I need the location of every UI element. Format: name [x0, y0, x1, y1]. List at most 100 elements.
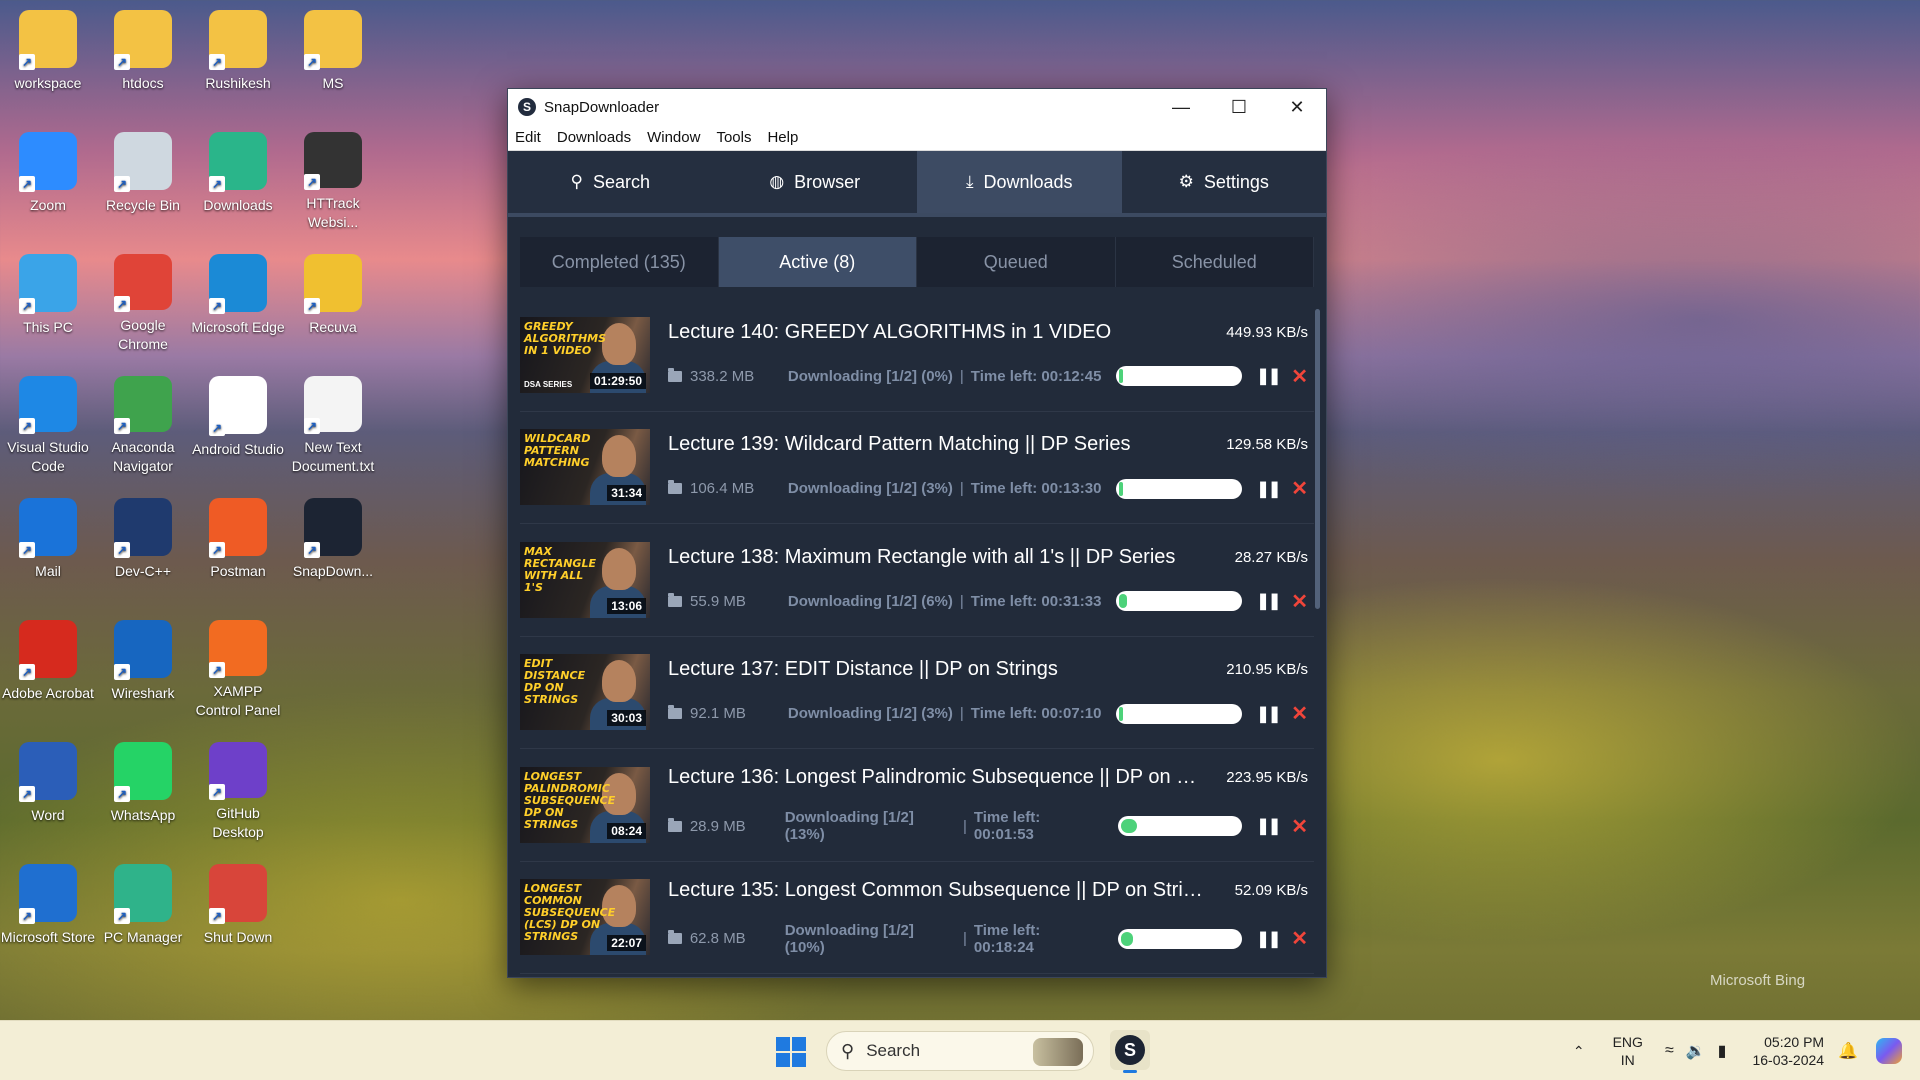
progress-bar — [1116, 366, 1243, 387]
desktop-icon-whatsapp[interactable]: ↗ WhatsApp — [95, 732, 191, 842]
desktop-icon-microsoft-store[interactable]: ↗ Microsoft Store — [0, 854, 96, 964]
menu-edit[interactable]: Edit — [508, 129, 549, 146]
show-hidden-icons-chevron-icon[interactable]: ⌃ — [1573, 1043, 1585, 1060]
cancel-icon[interactable]: ✕ — [1291, 926, 1308, 951]
folder-icon[interactable] — [668, 480, 682, 495]
download-row[interactable]: Longest Common Subsequence (LCS) DP on S… — [520, 862, 1314, 974]
desktop-icon-mail[interactable]: ↗ Mail — [0, 488, 96, 598]
desktop-icon-github-desktop[interactable]: ↗ GitHub Desktop — [190, 732, 286, 842]
snapdownloader-icon: S — [1115, 1035, 1145, 1065]
desktop-icon-label: Postman — [210, 563, 266, 579]
desktop-icon-this-pc[interactable]: ↗ This PC — [0, 244, 96, 354]
taskbar-search-placeholder: Search — [866, 1041, 921, 1060]
desktop-icon-pc-manager[interactable]: ↗ PC Manager — [95, 854, 191, 964]
pause-icon[interactable]: ❚❚ — [1256, 366, 1281, 386]
snapdownloader-app-icon: S — [518, 98, 536, 116]
start-button[interactable] — [776, 1037, 806, 1067]
tab-search[interactable]: ⚲ Search — [508, 151, 713, 213]
file-size: 28.9 MB — [689, 817, 746, 835]
menu-tools[interactable]: Tools — [708, 129, 759, 146]
folder-icon[interactable] — [668, 930, 682, 945]
folder-icon[interactable] — [668, 592, 682, 607]
pause-icon[interactable]: ❚❚ — [1256, 816, 1281, 836]
desktop-icon-label: Wireshark — [111, 685, 175, 701]
tab-settings[interactable]: ⚙ Settings — [1122, 151, 1327, 213]
cancel-icon[interactable]: ✕ — [1291, 701, 1308, 726]
minimize-button[interactable]: — — [1152, 89, 1210, 125]
desktop-icon-adobe-acrobat[interactable]: ↗ Adobe Acrobat — [0, 610, 96, 720]
whatsapp-icon: ↗ — [114, 742, 172, 802]
desktop-icon-ms[interactable]: ↗ MS — [285, 0, 381, 110]
folder-icon: ↗ — [304, 10, 362, 70]
cancel-icon[interactable]: ✕ — [1291, 476, 1308, 501]
desktop-icon-htdocs[interactable]: ↗ htdocs — [95, 0, 191, 110]
taskbar-snapdownloader[interactable]: S — [1110, 1030, 1150, 1073]
desktop-icon-httrack-websi[interactable]: ↗ HTTrack Websi... — [285, 122, 381, 232]
copilot-icon[interactable] — [1876, 1038, 1902, 1064]
download-row[interactable]: Wildcard Pattern Matching 31:34 Lecture 13… — [520, 412, 1314, 524]
tab-queued[interactable]: Queued — [917, 237, 1116, 287]
pause-icon[interactable]: ❚❚ — [1256, 704, 1281, 724]
folder-icon[interactable] — [668, 817, 682, 832]
pause-icon[interactable]: ❚❚ — [1256, 929, 1281, 949]
desktop-icon-microsoft-edge[interactable]: ↗ Microsoft Edge — [190, 244, 286, 354]
desktop-icon-rushikesh[interactable]: ↗ Rushikesh — [190, 0, 286, 110]
desktop-icon-zoom[interactable]: ↗ Zoom — [0, 122, 96, 232]
shortcut-arrow-icon: ↗ — [19, 418, 35, 434]
desktop-icon-workspace[interactable]: ↗ workspace — [0, 0, 96, 110]
menu-help[interactable]: Help — [759, 129, 806, 146]
desktop-icon-label: Recuva — [309, 319, 357, 335]
download-row[interactable]: Max Rectangle with all 1's 13:06 Lecture 1… — [520, 524, 1314, 637]
battery-icon[interactable]: ▮ — [1718, 1041, 1727, 1061]
desktop-icon-recycle-bin[interactable]: ↗ Recycle Bin — [95, 122, 191, 232]
download-title: Lecture 138: Maximum Rectangle with all … — [668, 545, 1176, 568]
download-row[interactable]: Greedy Algorithms in 1 Video DSA SERIES 01… — [520, 299, 1314, 412]
tab-downloads[interactable]: ⤓ Downloads — [917, 151, 1122, 213]
desktop-icon-visual-studio-code[interactable]: ↗ Visual Studio Code — [0, 366, 96, 476]
folder-icon[interactable] — [668, 705, 682, 720]
desktop-icon-wireshark[interactable]: ↗ Wireshark — [95, 610, 191, 720]
menu-downloads[interactable]: Downloads — [549, 129, 639, 146]
thumbnail-title: Longest Common Subsequence (LCS) DP on S… — [524, 882, 616, 944]
download-row[interactable]: Edit Distance DP on Strings 30:03 Lecture … — [520, 637, 1314, 749]
wifi-icon[interactable]: ≈ — [1665, 1042, 1674, 1060]
desktop-icon-xampp-control-panel[interactable]: ↗ XAMPP Control Panel — [190, 610, 286, 720]
power-icon: ↗ — [209, 864, 267, 924]
desktop-icon-word[interactable]: ↗ Word — [0, 732, 96, 842]
notification-bell-icon[interactable]: 🔔 — [1838, 1041, 1858, 1061]
close-button[interactable]: ✕ — [1268, 89, 1326, 125]
maximize-button[interactable]: ☐ — [1210, 89, 1268, 125]
download-status: Downloading [1/2] (0%) — [787, 367, 953, 385]
tab-scheduled[interactable]: Scheduled — [1116, 237, 1314, 287]
folder-icon[interactable] — [668, 367, 682, 382]
file-size: 92.1 MB — [690, 705, 746, 723]
desktop-icon-google-chrome[interactable]: ↗ Google Chrome — [95, 244, 191, 354]
cancel-icon[interactable]: ✕ — [1291, 814, 1308, 839]
desktop-icon-postman[interactable]: ↗ Postman — [190, 488, 286, 598]
desktop-icon-downloads[interactable]: ↗ Downloads — [190, 122, 286, 232]
desktop-icon-new-text-document-txt[interactable]: ↗ New Text Document.txt — [285, 366, 381, 476]
pause-icon[interactable]: ❚❚ — [1256, 479, 1281, 499]
download-row[interactable]: Longest Palindromic Subsequence DP on St… — [520, 749, 1314, 862]
list-scrollbar[interactable] — [1315, 309, 1320, 609]
tab-completed[interactable]: Completed (135) — [520, 237, 719, 287]
taskbar-search-box[interactable]: ⚲ Search — [826, 1031, 1094, 1071]
title-bar[interactable]: S SnapDownloader — ☐ ✕ — [508, 89, 1326, 125]
desktop-icon-android-studio[interactable]: ↗ Android Studio — [190, 366, 286, 476]
cancel-icon[interactable]: ✕ — [1291, 364, 1308, 389]
tab-browser[interactable]: ◍ Browser — [713, 151, 918, 213]
acrobat-icon: ↗ — [19, 620, 77, 680]
language-indicator[interactable]: ENG IN — [1613, 1033, 1643, 1069]
volume-icon[interactable]: 🔉 — [1686, 1041, 1706, 1061]
pause-icon[interactable]: ❚❚ — [1256, 591, 1281, 611]
menu-window[interactable]: Window — [639, 129, 708, 146]
cancel-icon[interactable]: ✕ — [1291, 589, 1308, 614]
desktop-icon-recuva[interactable]: ↗ Recuva — [285, 244, 381, 354]
desktop-icon-dev-c[interactable]: ↗ Dev-C++ — [95, 488, 191, 598]
tab-active[interactable]: Active (8) — [718, 237, 917, 287]
clock[interactable]: 05:20 PM 16-03-2024 — [1752, 1033, 1824, 1069]
desktop-icon-shut-down[interactable]: ↗ Shut Down — [190, 854, 286, 964]
time-left: Time left: 00:01:53 — [973, 809, 1041, 844]
desktop-icon-anaconda-navigator[interactable]: ↗ Anaconda Navigator — [95, 366, 191, 476]
desktop-icon-snapdown[interactable]: ↗ SnapDown... — [285, 488, 381, 598]
